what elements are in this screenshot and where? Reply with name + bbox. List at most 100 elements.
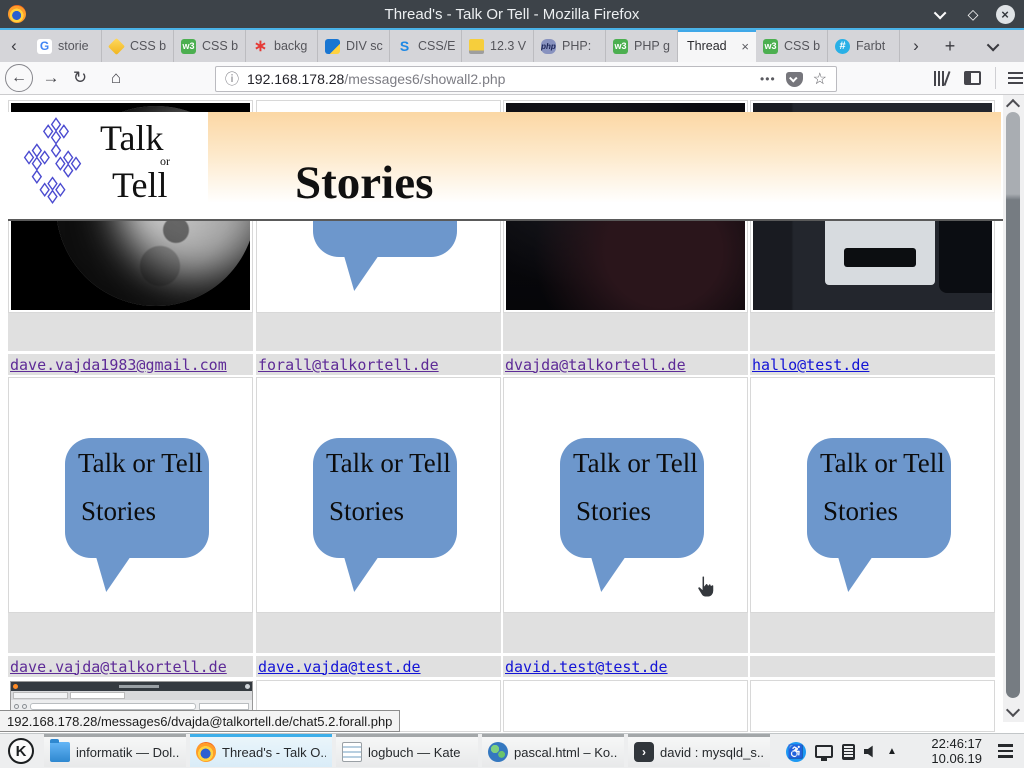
mini-tabstrip (11, 691, 252, 700)
email-link-cell: hallo@test.de (750, 354, 995, 375)
email-link[interactable]: dave.vajda1983@gmail.com (10, 356, 227, 374)
bubble-tail (586, 556, 626, 592)
tab-123v[interactable]: 12.3 V (462, 30, 534, 62)
panel-settings-icon[interactable] (998, 744, 1013, 758)
email-link[interactable]: forall@talkortell.de (258, 356, 439, 374)
tab-php-1[interactable]: php PHP: (534, 30, 606, 62)
task-dolphin[interactable]: informatik — Dol... (44, 734, 186, 767)
w3schools-favicon: w3 (181, 39, 196, 54)
reload-button[interactable]: ↻ (68, 68, 92, 88)
tab-div-sc[interactable]: DIV sc (318, 30, 390, 62)
bubble-line2: Stories (81, 496, 156, 527)
task-firefox-active[interactable]: Thread's - Talk O... (190, 734, 332, 767)
email-link-cell: forall@talkortell.de (256, 354, 501, 375)
w3schools-favicon: w3 (763, 39, 778, 54)
task-konsole[interactable]: › david : mysqld_s... (628, 734, 770, 767)
bookmark-star-icon[interactable]: ☆ (813, 69, 827, 89)
email-link[interactable]: david.test@test.de (505, 658, 668, 676)
menu-hamburger-icon[interactable] (1008, 72, 1023, 84)
bubble-line1: Talk or Tell (820, 448, 945, 479)
story-cell-image[interactable] (750, 680, 995, 732)
story-cell-image[interactable]: Talk or Tell Stories (256, 377, 501, 613)
tray-expand-caret-icon[interactable]: ▲ (887, 746, 897, 757)
page-actions-icon[interactable]: ••• (760, 72, 776, 86)
scroll-down-arrow-icon[interactable] (1006, 703, 1020, 717)
bubble-line1: Talk or Tell (78, 448, 203, 479)
tab-label: Thread (687, 39, 727, 53)
bubble-tail (339, 556, 379, 592)
url-bar[interactable]: ⓘ 192.168.178.28/messages6/showall2.php … (215, 66, 837, 92)
email-link-cell: dave.vajda1983@gmail.com (8, 354, 253, 375)
email-link[interactable]: dave.vajda@talkortell.de (10, 658, 227, 676)
tab-php-2[interactable]: w3 PHP g (606, 30, 678, 62)
blue-square-favicon (325, 39, 340, 54)
logo-word-tell: Tell (112, 164, 167, 206)
clipboard-icon[interactable] (842, 744, 855, 760)
firefox-icon (196, 742, 216, 762)
tab-close-icon[interactable]: × (741, 39, 749, 54)
back-button[interactable]: ← (5, 64, 33, 92)
fractal-diamond-logo-icon (12, 114, 100, 208)
bubble-line2: Stories (329, 496, 404, 527)
tab-css-3[interactable]: w3 CSS b (756, 30, 828, 62)
globe-icon (488, 742, 508, 762)
yellow-favicon (469, 39, 484, 54)
bubble-tail (91, 556, 131, 592)
task-label: logbuch — Kate (368, 745, 461, 760)
tab-label: storie (58, 39, 89, 53)
forward-button[interactable]: → (39, 68, 63, 88)
tab-label: Farbt (856, 39, 885, 53)
email-link-cell: dave.vajda@talkortell.de (8, 656, 253, 677)
toolbar-separator (995, 67, 996, 89)
accessibility-icon[interactable]: ♿ (786, 742, 806, 762)
task-konqueror[interactable]: pascal.html – Ko... (482, 734, 624, 767)
site-logo: Talk or Tell (8, 112, 208, 210)
email-link[interactable]: dvajda@talkortell.de (505, 356, 686, 374)
cell-gray-filler (503, 313, 748, 351)
email-link[interactable]: dave.vajda@test.de (258, 658, 421, 676)
sidebar-icon[interactable] (964, 71, 981, 85)
display-network-icon[interactable] (815, 745, 833, 758)
new-tab-button[interactable]: + (936, 30, 964, 62)
tab-css-1[interactable]: CSS b (102, 30, 174, 62)
email-link-cell: david.test@test.de (503, 656, 748, 677)
tab-css-e[interactable]: S CSS/E (390, 30, 462, 62)
tab-storie[interactable]: G storie (30, 30, 102, 62)
w3schools-favicon: w3 (613, 39, 628, 54)
tab-label: CSS b (130, 39, 166, 53)
story-cell-image[interactable] (503, 680, 748, 732)
url-host: 192.168.178.28 (247, 71, 344, 87)
library-icon[interactable] (934, 70, 948, 86)
speaker-volume-icon[interactable] (864, 745, 878, 759)
scroll-tabs-right-button[interactable]: › (904, 30, 928, 62)
php-favicon: php (541, 39, 556, 54)
scrollbar-thumb[interactable] (1006, 112, 1020, 698)
digital-clock[interactable]: 22:46:17 10.06.19 (916, 736, 982, 766)
list-all-tabs-button[interactable] (980, 30, 1008, 62)
tab-css-2[interactable]: w3 CSS b (174, 30, 246, 62)
window-title: Thread's - Talk Or Tell - Mozilla Firefo… (0, 6, 1024, 23)
scroll-tabs-left-button[interactable]: ‹ (2, 30, 26, 62)
story-cell-image[interactable]: Talk or Tell Stories (8, 377, 253, 613)
story-cell-image[interactable]: Talk or Tell Stories (750, 377, 995, 613)
site-info-icon[interactable]: ⓘ (225, 69, 239, 89)
kde-launcher-button[interactable]: K (8, 738, 34, 764)
pocket-icon[interactable] (786, 72, 803, 87)
scroll-up-arrow-icon[interactable] (1006, 99, 1020, 113)
window-titlebar[interactable]: Thread's - Talk Or Tell - Mozilla Firefo… (0, 0, 1024, 28)
cell-gray-filler (256, 613, 501, 653)
tab-backg[interactable]: ∗ backg (246, 30, 318, 62)
bubble-tail (833, 556, 873, 592)
email-link[interactable]: hallo@test.de (752, 356, 869, 374)
talk-or-tell-bubble: Talk or Tell Stories (313, 438, 457, 558)
status-link-preview: 192.168.178.28/messages6/dvajda@talkorte… (0, 710, 400, 732)
tab-threads-active[interactable]: Thread × (678, 30, 756, 62)
tab-bar: ‹ G storie CSS b w3 CSS b ∗ backg DIV sc… (0, 30, 1024, 62)
home-button[interactable]: ⌂ (104, 68, 128, 88)
task-kate[interactable]: logbuch — Kate (336, 734, 478, 767)
navigation-toolbar: ← → ↻ ⌂ ⓘ 192.168.178.28/messages6/showa… (0, 62, 1024, 95)
url-path: /messages6/showall2.php (344, 71, 505, 87)
talk-or-tell-bubble: Talk or Tell Stories (807, 438, 951, 558)
vertical-scrollbar[interactable] (1003, 95, 1024, 722)
tab-farbt[interactable]: # Farbt (828, 30, 900, 62)
